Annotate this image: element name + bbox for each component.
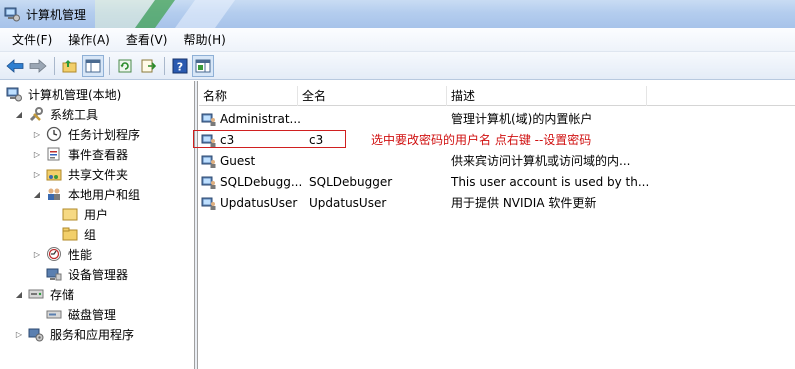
tree-label: 性能 xyxy=(68,247,93,262)
user-name: Guest xyxy=(220,153,256,168)
computer-management-icon xyxy=(6,86,22,102)
menu-action[interactable]: 操作(A) xyxy=(60,29,118,51)
tree-label: 服务和应用程序 xyxy=(50,327,135,342)
list-header: 名称 全名 描述 xyxy=(199,86,795,106)
expanded-arrow-icon[interactable]: ◢ xyxy=(14,110,24,119)
user-name: UpdatusUser xyxy=(220,195,298,210)
tree-label: 共享文件夹 xyxy=(68,167,129,182)
expanded-arrow-icon[interactable]: ◢ xyxy=(14,290,24,299)
user-full-name: UpdatusUser xyxy=(309,195,387,210)
navigation-tree: 计算机管理(本地) ◢ 系统工具 ▷ 任务计划程序 ▷ 事件查看器 ▷ 共享文件… xyxy=(0,81,195,369)
back-arrow-icon[interactable] xyxy=(4,55,26,77)
collapsed-arrow-icon[interactable]: ▷ xyxy=(32,250,42,259)
tree-label: 系统工具 xyxy=(50,107,99,122)
user-icon xyxy=(201,174,217,190)
tree-item-system-tools[interactable]: ◢ 系统工具 xyxy=(14,104,100,124)
list-row-administrator[interactable]: Administrat... 管理计算机(域)的内置帐户 xyxy=(199,108,795,129)
column-header-description[interactable]: 描述 xyxy=(447,86,647,106)
title-bar: 计算机管理 xyxy=(0,0,795,28)
storage-icon xyxy=(28,286,44,302)
tree-item-shared-folders[interactable]: ▷ 共享文件夹 xyxy=(32,164,130,184)
device-manager-icon xyxy=(46,266,62,282)
user-full-name: SQLDebugger xyxy=(309,174,393,189)
tree-item-performance[interactable]: ▷ 性能 xyxy=(32,244,94,264)
collapsed-arrow-icon[interactable]: ▷ xyxy=(32,150,42,159)
menu-bar: 文件(F) 操作(A) 查看(V) 帮助(H) xyxy=(0,28,795,52)
up-folder-icon[interactable] xyxy=(59,55,81,77)
column-header-full-name[interactable]: 全名 xyxy=(298,86,447,106)
list-row-updatususer[interactable]: UpdatusUser UpdatusUser 用于提供 NVIDIA 软件更新 xyxy=(199,192,795,213)
annotation-text: 选中要改密码的用户名 点右键 --设置密码 xyxy=(371,133,592,147)
pane-splitter[interactable] xyxy=(195,81,198,369)
tree-item-device-manager[interactable]: 设备管理器 xyxy=(46,264,130,284)
user-list: 名称 全名 描述 Administrat... 管理计算机(域)的内置帐户 c3… xyxy=(199,81,795,369)
user-icon xyxy=(201,195,217,211)
folder-open-icon xyxy=(62,206,78,222)
user-name: SQLDebugg... xyxy=(220,174,303,189)
column-header-name[interactable]: 名称 xyxy=(199,86,298,106)
tree-label: 用户 xyxy=(82,205,111,223)
tree-item-storage[interactable]: ◢ 存储 xyxy=(14,284,76,304)
tree-label: 设备管理器 xyxy=(68,267,129,282)
system-tools-icon xyxy=(28,106,44,122)
toolbar: ? xyxy=(0,52,795,80)
tree-label: 磁盘管理 xyxy=(68,307,117,322)
export-icon[interactable] xyxy=(137,55,159,77)
tree-label: 存储 xyxy=(50,287,75,302)
toolbar-separator xyxy=(109,56,110,75)
tree-item-disk-management[interactable]: 磁盘管理 xyxy=(46,304,118,324)
collapsed-arrow-icon[interactable]: ▷ xyxy=(32,170,42,179)
collapsed-arrow-icon[interactable]: ▷ xyxy=(14,330,24,339)
user-icon xyxy=(201,111,217,127)
tree-item-local-users-groups[interactable]: ◢ 本地用户和组 xyxy=(32,184,142,204)
computer-management-icon xyxy=(4,6,20,22)
tree-label: 本地用户和组 xyxy=(68,187,141,202)
folder-icon xyxy=(62,226,78,242)
toolbar-separator xyxy=(164,56,165,75)
list-row-sqldebugger[interactable]: SQLDebugg... SQLDebugger This user accou… xyxy=(199,171,795,192)
services-icon xyxy=(28,326,44,342)
show-tree-icon[interactable] xyxy=(82,54,104,77)
forward-arrow-icon[interactable] xyxy=(27,55,49,77)
titlebar-decoration xyxy=(95,0,235,28)
expanded-arrow-icon[interactable]: ◢ xyxy=(32,190,42,199)
tree-label: 计算机管理(本地) xyxy=(28,87,122,102)
menu-view[interactable]: 查看(V) xyxy=(118,29,176,51)
tree-item-event-viewer[interactable]: ▷ 事件查看器 xyxy=(32,144,130,164)
help-icon[interactable]: ? xyxy=(169,55,191,77)
list-row-guest[interactable]: Guest 供来宾访问计算机或访问域的内... xyxy=(199,150,795,171)
disk-management-icon xyxy=(46,306,62,322)
tree-label: 任务计划程序 xyxy=(68,127,141,142)
users-group-icon xyxy=(46,186,62,202)
user-icon xyxy=(201,153,217,169)
user-description: 供来宾访问计算机或访问域的内... xyxy=(451,154,631,168)
column-header-empty xyxy=(647,86,795,106)
tree-label: 组 xyxy=(84,227,97,242)
user-description: 用于提供 NVIDIA 软件更新 xyxy=(451,196,597,210)
tree-item-task-scheduler[interactable]: ▷ 任务计划程序 xyxy=(32,124,142,144)
action-pane-icon[interactable] xyxy=(192,54,214,77)
tree-label: 事件查看器 xyxy=(68,147,129,162)
annotation-highlight-box xyxy=(193,130,346,148)
user-description: This user account is used by th... xyxy=(451,174,650,189)
collapsed-arrow-icon[interactable]: ▷ xyxy=(32,130,42,139)
tree-item-groups[interactable]: 组 xyxy=(62,224,98,244)
tree-item-computer-management[interactable]: 计算机管理(本地) xyxy=(6,84,123,104)
refresh-icon[interactable] xyxy=(114,55,136,77)
event-viewer-icon xyxy=(46,146,62,162)
user-name: Administrat... xyxy=(220,111,301,126)
tree-item-users[interactable]: 用户 xyxy=(62,204,111,224)
user-description: 管理计算机(域)的内置帐户 xyxy=(451,112,593,126)
clock-icon xyxy=(46,126,62,142)
svg-text:?: ? xyxy=(177,60,183,73)
performance-icon xyxy=(46,246,62,262)
toolbar-separator xyxy=(54,56,55,75)
menu-help[interactable]: 帮助(H) xyxy=(175,29,233,51)
window-title: 计算机管理 xyxy=(26,7,87,22)
tree-item-services-apps[interactable]: ▷ 服务和应用程序 xyxy=(14,324,136,344)
menu-file[interactable]: 文件(F) xyxy=(4,29,60,51)
shared-folder-icon xyxy=(46,166,62,182)
